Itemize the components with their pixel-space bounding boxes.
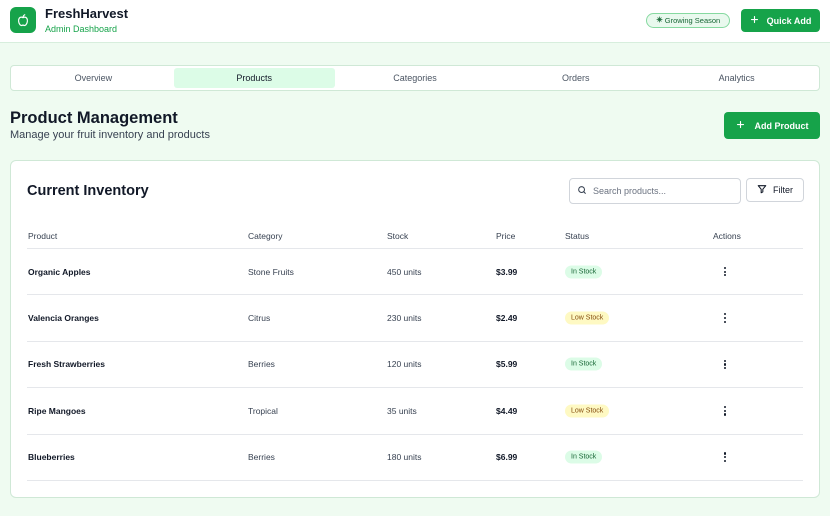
plus-icon	[750, 15, 759, 26]
tab-analytics[interactable]: Analytics	[656, 68, 817, 88]
add-product-label: Add Product	[754, 120, 809, 131]
product-price: $4.49	[496, 405, 518, 416]
inventory-card: Current Inventory Filter Product Categor…	[10, 160, 820, 498]
inventory-title: Current Inventory	[27, 183, 149, 199]
product-stock: 230 units	[387, 313, 422, 324]
column-header-actions: Actions	[713, 231, 741, 241]
column-header-category[interactable]: Category	[248, 231, 283, 241]
product-price: $6.99	[496, 452, 518, 463]
product-name: Blueberries	[28, 452, 75, 463]
top-bar: FreshHarvest Admin Dashboard Growing Sea…	[0, 0, 830, 43]
product-category: Citrus	[248, 313, 271, 324]
quick-add-label: Quick Add	[766, 15, 812, 26]
product-stock: 120 units	[387, 359, 422, 370]
plus-icon	[736, 120, 745, 131]
tab-categories[interactable]: Categories	[335, 68, 496, 88]
product-stock: 180 units	[387, 452, 422, 463]
product-name: Organic Apples	[28, 266, 91, 277]
table-row[interactable]: Ripe Mangoes Tropical 35 units $4.49 Low…	[27, 388, 803, 435]
table-header: Product Category Stock Price Status Acti…	[27, 223, 803, 249]
table-row[interactable]: Valencia Oranges Citrus 230 units $2.49 …	[27, 295, 803, 342]
status-badge: In Stock	[565, 357, 603, 371]
tab-overview[interactable]: Overview	[13, 68, 174, 88]
product-stock: 35 units	[387, 405, 417, 416]
product-category: Stone Fruits	[248, 266, 294, 277]
more-vertical-icon[interactable]	[721, 358, 729, 370]
product-name: Ripe Mangoes	[28, 405, 86, 416]
table-row[interactable]: Organic Apples Stone Fruits 450 units $3…	[27, 249, 803, 296]
column-header-stock[interactable]: Stock	[387, 231, 408, 241]
season-badge: Growing Season	[646, 13, 730, 28]
product-price: $5.99	[496, 359, 518, 370]
product-name: Valencia Oranges	[28, 313, 99, 324]
product-category: Berries	[248, 452, 275, 463]
filter-icon	[757, 184, 767, 196]
table-row[interactable]: Blueberries Berries 180 units $6.99 In S…	[27, 435, 803, 481]
product-name: Fresh Strawberries	[28, 359, 106, 370]
product-category: Tropical	[248, 405, 278, 416]
page-subtitle: Manage your fruit inventory and products	[10, 129, 210, 141]
product-category: Berries	[248, 359, 275, 370]
app-title: FreshHarvest	[45, 6, 129, 21]
filter-label: Filter	[773, 185, 793, 195]
tab-bar: Overview Products Categories Orders Anal…	[10, 65, 820, 91]
season-badge-label: Growing Season	[664, 16, 721, 25]
more-vertical-icon[interactable]	[721, 312, 729, 324]
status-badge: In Stock	[565, 450, 603, 464]
app-subtitle: Admin Dashboard	[45, 24, 118, 34]
quick-add-button[interactable]: Quick Add	[741, 9, 820, 32]
sprout-icon	[656, 16, 663, 25]
product-price: $3.99	[496, 266, 518, 277]
page-title: Product Management	[10, 109, 178, 127]
column-header-product[interactable]: Product	[28, 231, 57, 241]
more-vertical-icon[interactable]	[721, 451, 729, 463]
add-product-button[interactable]: Add Product	[724, 112, 820, 139]
inventory-table: Product Category Stock Price Status Acti…	[27, 223, 803, 481]
more-vertical-icon[interactable]	[721, 266, 729, 278]
table-row[interactable]: Fresh Strawberries Berries 120 units $5.…	[27, 342, 803, 389]
more-vertical-icon[interactable]	[721, 405, 729, 417]
tab-products[interactable]: Products	[173, 68, 335, 88]
product-price: $2.49	[496, 313, 518, 324]
search-input[interactable]	[593, 186, 733, 196]
status-badge: Low Stock	[565, 311, 610, 325]
column-header-status[interactable]: Status	[565, 231, 589, 241]
tab-orders[interactable]: Orders	[495, 68, 656, 88]
search-icon	[577, 182, 587, 200]
filter-button[interactable]: Filter	[746, 178, 804, 202]
column-header-price[interactable]: Price	[496, 231, 515, 241]
status-badge: Low Stock	[565, 404, 610, 418]
status-badge: In Stock	[565, 265, 603, 279]
apple-icon[interactable]	[10, 7, 36, 33]
product-stock: 450 units	[387, 266, 422, 277]
search-box[interactable]	[569, 178, 741, 204]
